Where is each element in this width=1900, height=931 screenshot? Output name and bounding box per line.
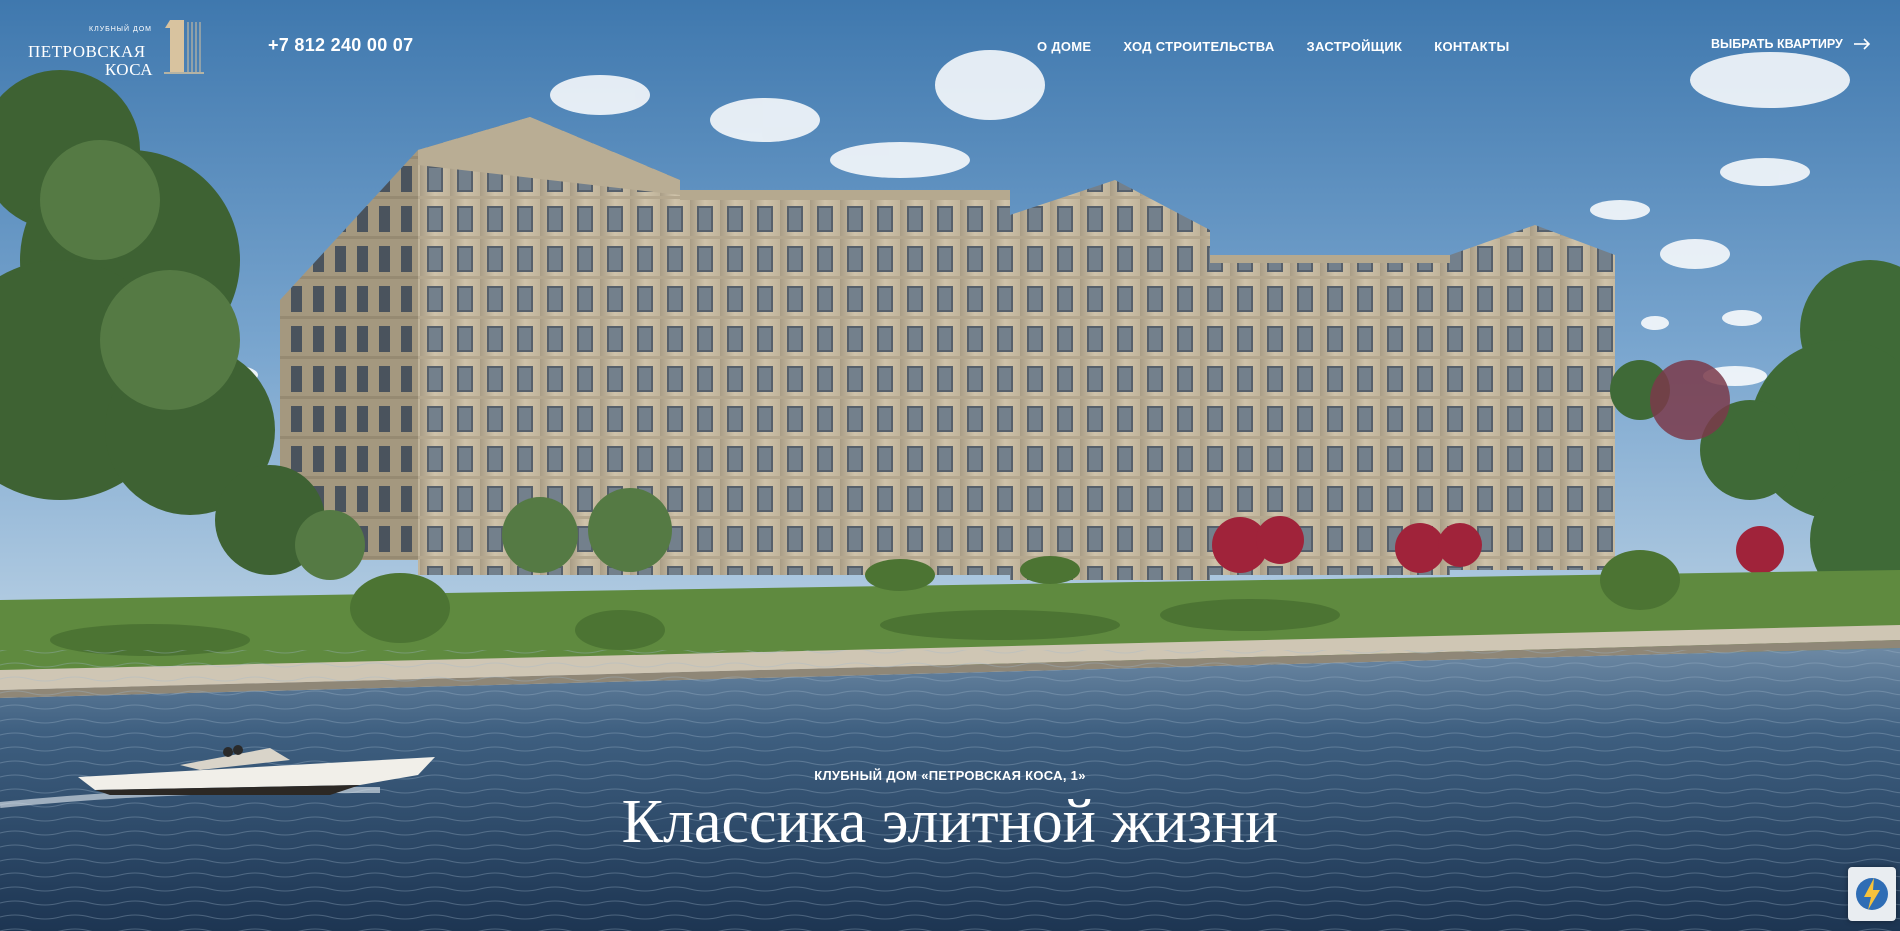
phone-link[interactable]: +7 812 240 00 07 xyxy=(268,35,413,56)
logo-name-line2: КОСА xyxy=(104,60,153,79)
arrow-right-icon xyxy=(1853,38,1870,50)
brand-logo[interactable]: КЛУБНЫЙ ДОМ ПЕТРОВСКАЯ КОСА xyxy=(28,18,208,79)
main-nav: О ДОМЕ ХОД СТРОИТЕЛЬСТВА ЗАСТРОЙЩИК КОНТ… xyxy=(1037,39,1510,54)
hero-title: Классика элитной жизни xyxy=(621,788,1279,856)
nav-item-about[interactable]: О ДОМЕ xyxy=(1037,39,1091,54)
site-header: КЛУБНЫЙ ДОМ ПЕТРОВСКАЯ КОСА +7 812 240 0… xyxy=(0,0,1900,95)
choose-apartment-label: ВЫБРАТЬ КВАРТИРУ xyxy=(1711,37,1843,51)
logo-name-line1: ПЕТРОВСКАЯ xyxy=(28,42,146,61)
hero-kicker: КЛУБНЫЙ ДОМ «ПЕТРОВСКАЯ КОСА, 1» xyxy=(814,768,1086,783)
choose-apartment-button[interactable]: ВЫБРАТЬ КВАРТИРУ xyxy=(1711,37,1871,51)
nav-item-contacts[interactable]: КОНТАКТЫ xyxy=(1434,39,1509,54)
floating-widget-button[interactable] xyxy=(1848,867,1896,921)
nav-item-developer[interactable]: ЗАСТРОЙЩИК xyxy=(1307,39,1403,54)
logo-mark-icon xyxy=(164,20,204,74)
logo-caption: КЛУБНЫЙ ДОМ xyxy=(89,26,152,33)
nav-item-construction[interactable]: ХОД СТРОИТЕЛЬСТВА xyxy=(1123,39,1274,54)
lightning-icon xyxy=(1856,878,1888,910)
